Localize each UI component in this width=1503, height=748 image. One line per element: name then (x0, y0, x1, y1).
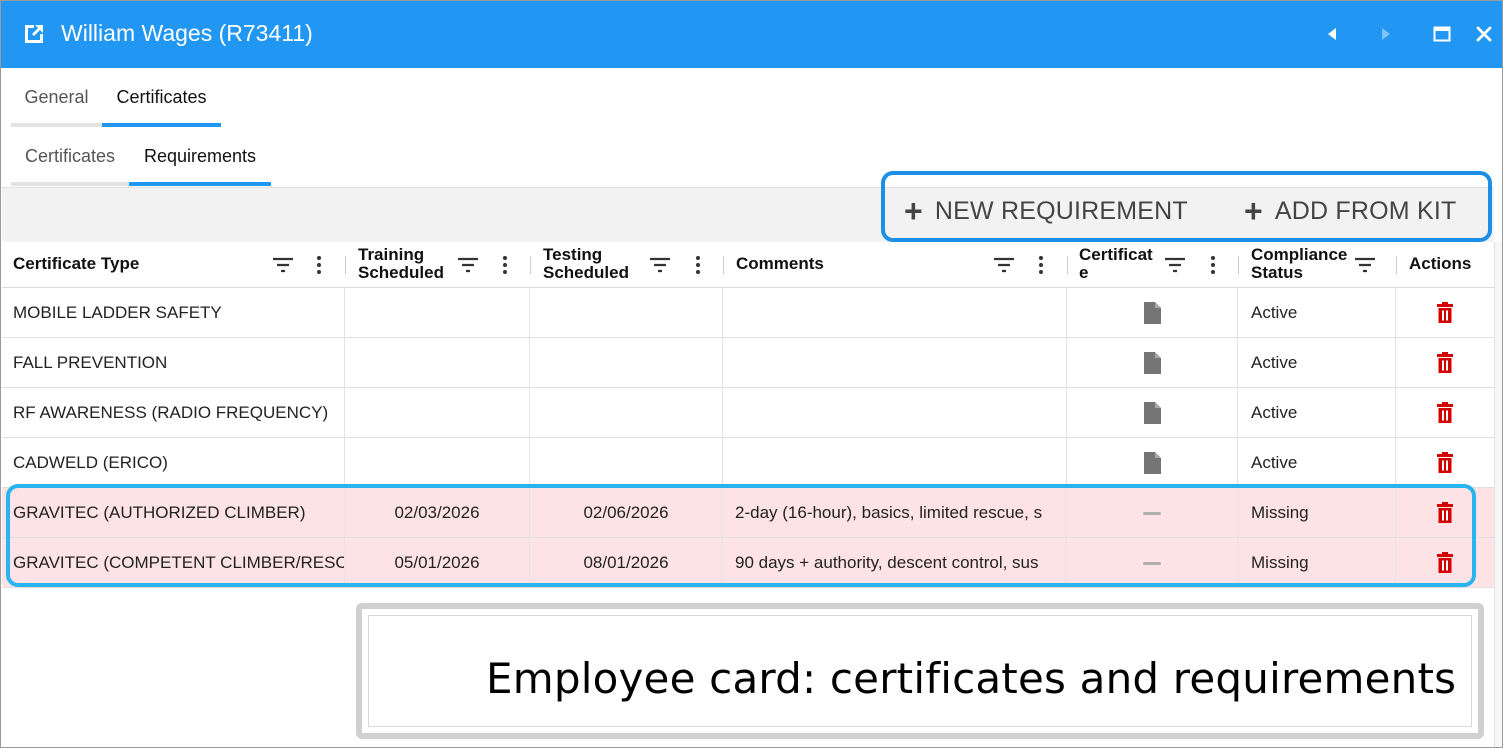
vertical-scrollbar[interactable] (1494, 242, 1502, 747)
cell-certificate (1067, 438, 1238, 488)
maximize-button[interactable] (1427, 19, 1457, 49)
column-header-comments[interactable]: Comments (724, 242, 1067, 288)
cell-certificate-type: RF AWARENESS (RADIO FREQUENCY) (2, 388, 345, 438)
cell-testing-scheduled (530, 288, 723, 338)
column-label-line2: Scheduled (543, 263, 629, 282)
cell-compliance-status: Active (1238, 388, 1396, 438)
filter-icon[interactable] (272, 256, 294, 274)
tab-label: Requirements (143, 146, 257, 166)
cell-actions (1396, 388, 1494, 438)
document-icon[interactable] (1142, 451, 1162, 475)
filter-icon[interactable] (1354, 256, 1376, 274)
cell-training-scheduled (345, 388, 530, 438)
cell-training-scheduled (345, 438, 530, 488)
document-icon[interactable] (1142, 401, 1162, 425)
tab-underline (129, 182, 271, 186)
more-vertical-icon[interactable] (694, 255, 702, 275)
cell-comments (723, 338, 1067, 388)
table-row[interactable]: FALL PREVENTION Active (2, 338, 1494, 388)
delete-icon[interactable] (1436, 402, 1454, 424)
more-vertical-icon[interactable] (315, 255, 323, 275)
column-label-line2: Status (1251, 263, 1303, 282)
cell-certificate-type: MOBILE LADDER SAFETY (2, 288, 345, 338)
table-row[interactable]: RF AWARENESS (RADIO FREQUENCY) Active (2, 388, 1494, 438)
column-label-line1: Certificat (1079, 245, 1153, 264)
cell-testing-scheduled (530, 338, 723, 388)
tab-certificates[interactable]: Certificates (102, 68, 221, 127)
caption-panel: Employee card: certificates and requirem… (368, 615, 1472, 727)
cell-compliance-status: Active (1238, 288, 1396, 338)
previous-record-button[interactable] (1317, 19, 1347, 49)
cell-certificate (1067, 388, 1238, 438)
employee-card-window: William Wages (R73411) General Certifica… (0, 0, 1503, 748)
subtab-requirements[interactable]: Requirements (129, 127, 271, 186)
filter-icon[interactable] (1164, 256, 1186, 274)
cell-testing-scheduled (530, 438, 723, 488)
column-label: Actions (1409, 254, 1472, 273)
table-row[interactable]: CADWELD (ERICO) Active (2, 438, 1494, 488)
cell-certificate (1067, 288, 1238, 338)
cell-comments (723, 438, 1067, 488)
cell-certificate-type: CADWELD (ERICO) (2, 438, 345, 488)
caption-frame: Employee card: certificates and requirem… (356, 603, 1484, 739)
document-icon[interactable] (1142, 351, 1162, 375)
filter-icon[interactable] (649, 256, 671, 274)
cell-testing-scheduled (530, 388, 723, 438)
missing-rows-highlight-frame (6, 484, 1476, 587)
delete-icon[interactable] (1436, 452, 1454, 474)
delete-icon[interactable] (1436, 352, 1454, 374)
cell-compliance-status: Active (1238, 338, 1396, 388)
column-label: Comments (736, 254, 824, 273)
delete-icon[interactable] (1436, 302, 1454, 324)
tab-label: Certificates (116, 87, 207, 107)
tab-general[interactable]: General (11, 68, 102, 127)
more-vertical-icon[interactable] (1209, 255, 1217, 275)
filter-icon[interactable] (993, 256, 1015, 274)
tab-label: General (24, 87, 89, 107)
table-row[interactable]: MOBILE LADDER SAFETY Active (2, 288, 1494, 338)
window-title: William Wages (R73411) (61, 20, 313, 46)
caption-text: Employee card: certificates and requirem… (486, 654, 1457, 703)
toolbar-highlight-frame (881, 171, 1492, 242)
column-header-actions: Actions (1397, 242, 1494, 288)
cell-comments (723, 388, 1067, 438)
maximize-icon (1433, 26, 1451, 42)
close-icon (1476, 26, 1492, 42)
caret-right-icon (1382, 28, 1390, 40)
more-vertical-icon[interactable] (1037, 255, 1045, 275)
cell-training-scheduled (345, 338, 530, 388)
caret-left-icon (1328, 28, 1336, 40)
cell-comments (723, 288, 1067, 338)
filter-icon[interactable] (457, 256, 479, 274)
grid-header: Certificate Type Training Scheduled Test… (2, 242, 1494, 288)
column-label-line1: Compliance (1251, 245, 1348, 264)
title-bar: William Wages (R73411) (1, 1, 1502, 68)
tab-label: Certificates (24, 146, 116, 166)
cell-certificate-type: FALL PREVENTION (2, 338, 345, 388)
cell-training-scheduled (345, 288, 530, 338)
document-icon[interactable] (1142, 301, 1162, 325)
column-label-line2: Scheduled (358, 263, 444, 282)
cell-actions (1396, 288, 1494, 338)
column-label-line2: e (1079, 263, 1089, 282)
cell-actions (1396, 438, 1494, 488)
column-label-line1: Testing (543, 245, 603, 264)
cell-certificate (1067, 338, 1238, 388)
cell-compliance-status: Active (1238, 438, 1396, 488)
column-label-line1: Training (358, 245, 425, 264)
more-vertical-icon[interactable] (501, 255, 509, 275)
close-button[interactable] (1469, 19, 1499, 49)
cell-actions (1396, 338, 1494, 388)
tab-underline (11, 182, 129, 186)
next-record-button[interactable] (1371, 19, 1401, 49)
open-external-icon[interactable] (21, 21, 47, 47)
subtab-certificates[interactable]: Certificates (11, 127, 129, 186)
column-label: Certificate Type (13, 254, 140, 273)
primary-tabs: General Certificates (11, 68, 1491, 127)
